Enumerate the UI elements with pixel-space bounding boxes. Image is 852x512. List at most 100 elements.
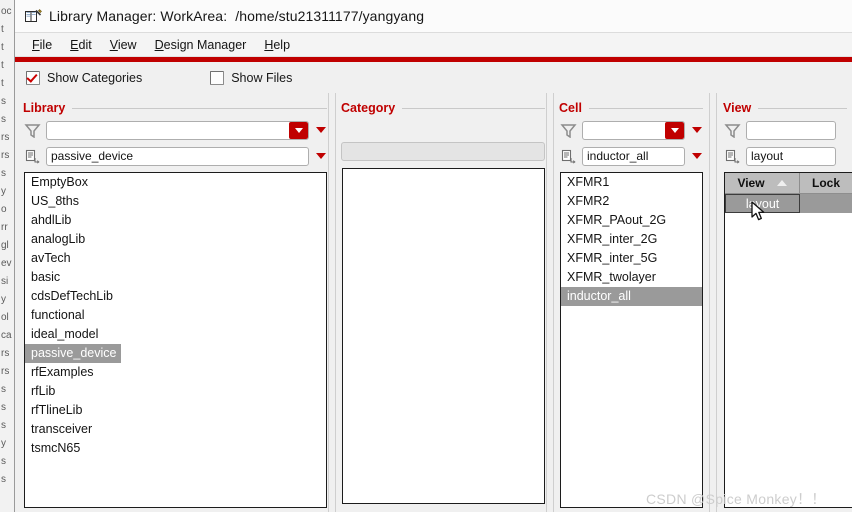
book-library-icon [25, 8, 42, 24]
list-item[interactable]: XFMR1 [561, 173, 702, 192]
list-item[interactable]: ahdlLib [25, 211, 326, 230]
background-text-fragment: y [1, 186, 6, 197]
window-title-path: /home/stu21311177/yangyang [235, 8, 425, 24]
table-cell-lock[interactable] [800, 194, 852, 213]
cell-name-input[interactable]: inductor_all [582, 146, 685, 166]
list-item[interactable]: XFMR_inter_5G [561, 249, 702, 268]
show-files-label: Show Files [231, 70, 293, 85]
cell-panel: Cell inductor_all XFMR1 XFMR2 XFMR_PAout… [551, 93, 709, 512]
table-cell-view[interactable]: layout [725, 194, 801, 213]
category-name-input[interactable] [341, 142, 545, 161]
show-categories-checkbox[interactable]: Show Categories [26, 70, 143, 85]
list-item[interactable]: cdsDefTechLib [25, 287, 326, 306]
menu-edit-mnemonic: E [70, 37, 79, 52]
view-name-input[interactable]: layout [746, 146, 836, 166]
cell-name-row: inductor_all [551, 141, 709, 167]
list-item[interactable]: transceiver [25, 420, 326, 439]
library-name-value: passive_device [51, 149, 134, 163]
library-panel-header: Library [15, 93, 333, 115]
list-item[interactable]: avTech [25, 249, 326, 268]
cell-filter-input[interactable] [582, 120, 685, 140]
library-name-input[interactable]: passive_device [46, 146, 309, 166]
cell-name-dropdown-arrow-icon[interactable] [692, 153, 702, 159]
watermark: CSDN @Spice Monkey！！ [646, 491, 826, 507]
show-files-checkbox[interactable]: Show Files [210, 70, 293, 85]
menu-item-help[interactable]: Help [255, 36, 299, 54]
splitter-cell-view[interactable] [709, 93, 717, 512]
menu-help-mnemonic: H [264, 37, 274, 52]
view-panel-header: View [715, 93, 852, 115]
view-filter-input[interactable] [746, 120, 836, 140]
sort-ascending-icon [776, 180, 787, 186]
view-column-header-lock[interactable]: Lock [800, 173, 852, 193]
list-item[interactable]: functional [25, 306, 326, 325]
library-list[interactable]: EmptyBox US_8ths ahdlLib analogLib avTec… [24, 172, 327, 508]
menu-item-design-manager[interactable]: Design Manager [146, 36, 256, 54]
category-list[interactable] [342, 168, 545, 504]
list-item-selected[interactable]: passive_device [25, 344, 122, 363]
background-text-fragment: t [1, 42, 4, 53]
show-categories-label: Show Categories [47, 70, 143, 85]
menu-item-view[interactable]: View [101, 36, 146, 54]
library-panel-rule [72, 108, 327, 109]
menu-bar: File Edit View Design Manager Help [15, 33, 852, 57]
filter-funnel-icon [724, 123, 741, 138]
background-text-fragment: rs [1, 366, 10, 377]
list-item-selected[interactable]: inductor_all [561, 287, 702, 306]
background-text-fragment: gl [1, 240, 9, 251]
library-panel: Library passive_device EmptyBox US_8ths … [15, 93, 333, 512]
cell-filter-dropdown-button[interactable] [665, 121, 684, 139]
menu-item-file[interactable]: File [23, 36, 61, 54]
view-column-header-lock-label: Lock [812, 176, 841, 190]
background-text-fragment: s [1, 474, 6, 485]
cell-filter-row [551, 115, 709, 141]
cell-list-icon [560, 149, 577, 164]
list-item[interactable]: analogLib [25, 230, 326, 249]
library-name-dropdown-arrow-icon[interactable] [316, 153, 326, 159]
library-manager-window: Library Manager: WorkArea: /home/stu21311… [14, 0, 852, 512]
splitter-category-cell[interactable] [546, 93, 554, 512]
cell-list[interactable]: XFMR1 XFMR2 XFMR_PAout_2G XFMR_inter_2G … [560, 172, 703, 508]
chevron-down-icon [294, 127, 303, 133]
library-filter-menu-arrow-icon[interactable] [316, 127, 326, 133]
background-text-fragment: y [1, 294, 6, 305]
checkbox-checked-icon [26, 70, 40, 85]
view-panel-rule [758, 108, 847, 109]
view-column-header-view[interactable]: View [725, 173, 801, 193]
background-text-fragment: o [1, 204, 7, 215]
menu-view-rest: iew [117, 37, 137, 52]
table-row[interactable]: layout [725, 194, 852, 213]
background-text-fragment: t [1, 60, 4, 71]
list-item[interactable]: rfTlineLib [25, 401, 326, 420]
list-item[interactable]: XFMR_inter_2G [561, 230, 702, 249]
background-text-fragment: ev [1, 258, 12, 269]
library-filter-input[interactable] [46, 120, 309, 140]
view-table[interactable]: View Lock layout [724, 172, 852, 508]
window-title: Library Manager: WorkArea: /home/stu21311… [49, 8, 424, 24]
list-item[interactable]: basic [25, 268, 326, 287]
background-text-fragment: s [1, 420, 6, 431]
library-filter-row [15, 115, 333, 141]
category-panel-rule [402, 108, 545, 109]
list-item[interactable]: XFMR_twolayer [561, 268, 702, 287]
cell-panel-header: Cell [551, 93, 709, 115]
menu-edit-rest: dit [78, 37, 92, 52]
list-item[interactable]: XFMR2 [561, 192, 702, 211]
list-item[interactable]: rfLib [25, 382, 326, 401]
menu-design-manager-rest: esign Manager [163, 37, 247, 52]
library-list-icon [24, 149, 41, 164]
list-item[interactable]: tsmcN65 [25, 439, 326, 458]
view-filter-row [715, 115, 852, 141]
background-text-fragment: s [1, 114, 6, 125]
library-filter-dropdown-button[interactable] [289, 121, 308, 139]
list-item[interactable]: rfExamples [25, 363, 326, 382]
list-item[interactable]: ideal_model [25, 325, 326, 344]
list-item[interactable]: XFMR_PAout_2G [561, 211, 702, 230]
cell-filter-menu-arrow-icon[interactable] [692, 127, 702, 133]
splitter-library-category[interactable] [328, 93, 336, 512]
list-item[interactable]: EmptyBox [25, 173, 326, 192]
menu-item-edit[interactable]: Edit [61, 36, 101, 54]
background-text-fragment: oc [1, 6, 12, 17]
list-item[interactable]: US_8ths [25, 192, 326, 211]
background-text-fragment: s [1, 96, 6, 107]
